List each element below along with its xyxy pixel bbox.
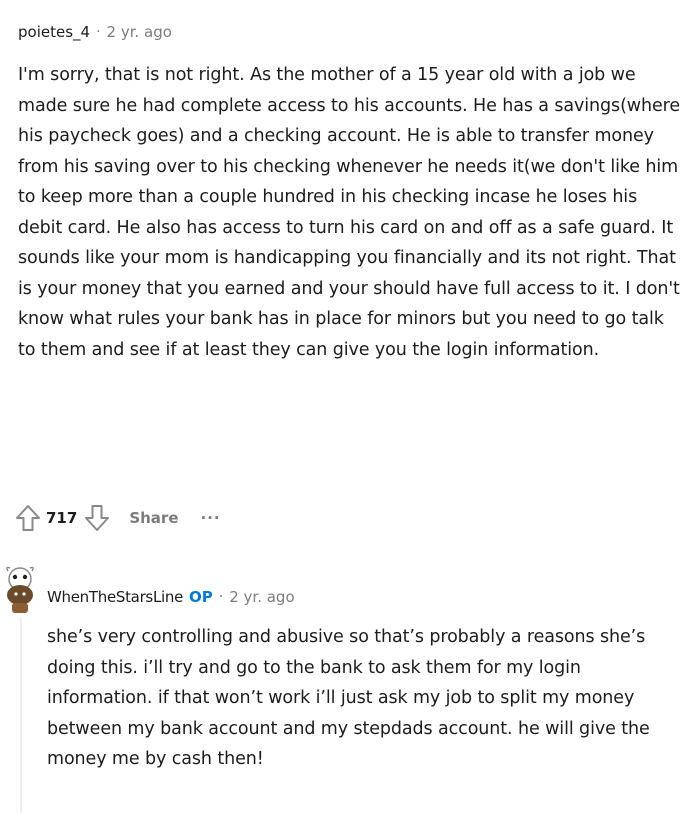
reply-body: she’s very controlling and abusive so th… [47, 627, 650, 769]
upvote-arrow-icon[interactable] [14, 503, 42, 533]
comment-meta: poietes_4 · 2 yr. ago [18, 20, 172, 44]
comment-score: 717 [46, 509, 78, 527]
meta-separator: · [218, 589, 224, 605]
snoo-avatar-icon[interactable] [0, 565, 40, 617]
comment-author[interactable]: poietes_4 [18, 23, 90, 41]
reply-age[interactable]: 2 yr. ago [229, 588, 294, 606]
share-button[interactable]: Share [129, 509, 178, 527]
downvote-arrow-icon[interactable] [83, 503, 111, 533]
reply-meta: WhenTheStarsLine OP · 2 yr. ago [47, 585, 295, 609]
reply-thread-line[interactable] [20, 617, 22, 813]
op-badge: OP [189, 588, 213, 606]
meta-separator: · [96, 24, 101, 40]
comment-age[interactable]: 2 yr. ago [107, 23, 172, 41]
reply-author[interactable]: WhenTheStarsLine [47, 588, 183, 606]
comment-action-bar: 717 Share ··· [14, 500, 221, 536]
more-options-button[interactable]: ··· [201, 509, 221, 527]
comment-body: I'm sorry, that is not right. As the mot… [18, 65, 681, 360]
